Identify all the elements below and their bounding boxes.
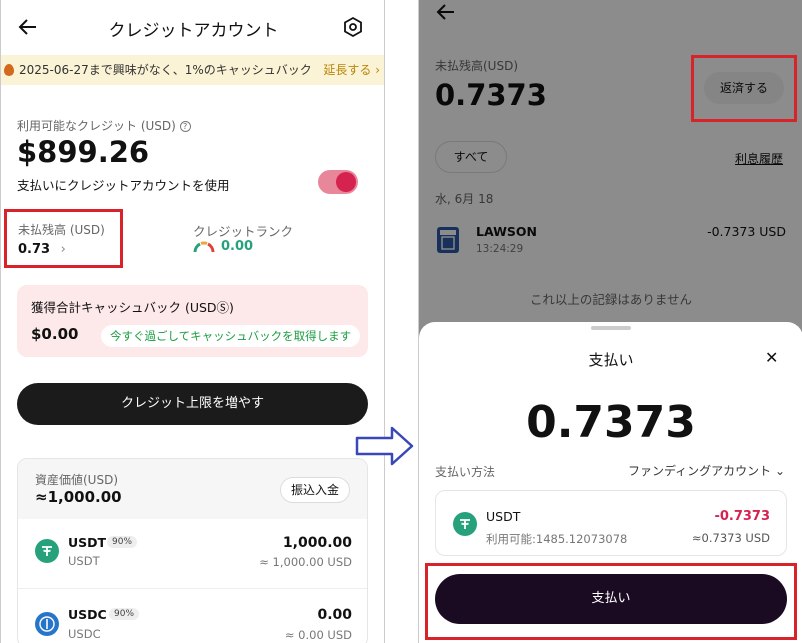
payment-sheet: 支払い ✕ 0.7373 支払い方法 ファンディングアカウント ⌄ USDT 利… [419,322,802,643]
page-title: クレジットアカウント [108,21,279,41]
repay-highlight [691,55,797,122]
asset-row[interactable]: USDT 90% USDT 1,000.00 ≈ 1,000.00 USD [18,519,367,589]
coin-available: 利用可能:1485.12073078 [486,532,628,546]
unpaid-balance-value: 0.73 [18,242,51,257]
unpaid-balance-label: 未払残高 (USD) [18,223,105,237]
usdt-icon [453,512,477,536]
coin-name: USDT [486,509,521,524]
sheet-handle[interactable] [591,326,631,330]
sheet-title: 支払い [588,351,634,369]
close-icon[interactable]: ✕ [765,348,778,367]
assets-header: 資産価値(USD) ≈1,000.00 振込入金 [18,459,367,519]
available-credit-label: 利用可能なクレジット (USD) ? [17,117,191,134]
use-credit-toggle[interactable] [318,170,358,194]
promo-text: 2025-06-27まで興味がなく、1%のキャッシュバック [19,63,312,77]
use-credit-label: 支払いにクレジットアカウントを使用 [17,178,230,193]
left-screen: クレジットアカウント 2025-06-27まで興味がなく、1%のキャッシュバック… [0,0,385,643]
chevron-right-icon: › [60,242,66,257]
extend-link[interactable]: 延長する › [323,55,380,85]
cashback-card: 獲得合計キャッシュバック (USDⓈ) $0.00 今すぐ過ごしてキャッシュバッ… [17,285,368,357]
unpaid-balance-highlight [4,209,123,268]
cashback-amount: $0.00 [31,325,79,343]
assets-label: 資産価値(USD) [35,473,119,487]
cashback-title: 獲得合計キャッシュバック (USDⓈ) [31,300,234,315]
asset-symbol: USDC [68,607,107,622]
asset-row[interactable]: USDC 90% USDC 0.00 ≈ 0.00 USD [18,590,367,643]
asset-amount: 0.00 [317,607,352,623]
asset-symbol: USDT [68,535,107,550]
asset-usd: ≈ 0.00 USD [284,628,352,642]
ltv-badge: 90% [109,608,140,620]
toggle-knob [336,172,356,192]
increase-limit-button[interactable]: クレジット上限を増やす [17,383,368,425]
asset-name: USDT [68,554,100,568]
coin-select-card[interactable]: USDT 利用可能:1485.12073078 -0.7373 ≈0.7373 … [435,490,787,556]
available-credit-amount: $899.26 [17,135,150,169]
payment-method-select[interactable]: ファンディングアカウント ⌄ [628,462,785,479]
pay-button-highlight [425,563,797,640]
payment-amount: 0.7373 [526,397,696,448]
asset-amount: 1,000.00 [282,535,352,551]
available-credit-label-text: 利用可能なクレジット (USD) [17,119,176,133]
flame-icon [4,64,14,76]
unpaid-balance-link[interactable]: 0.73 › [18,242,66,257]
coin-pay-amount: -0.7373 [714,509,770,524]
right-screen: 未払残高(USD) 0.7373 返済する すべて 利息履歴 水, 6月 18 … [418,0,802,643]
deposit-button[interactable]: 振込入金 [280,477,350,503]
transition-arrow-icon [354,425,416,471]
usdt-icon [35,539,59,563]
asset-name: USDC [68,627,101,641]
coin-pay-usd: ≈0.7373 USD [691,531,770,545]
credit-rank-value: 0.00 [221,239,254,254]
asset-usd: ≈ 1,000.00 USD [259,555,352,569]
settings-icon[interactable] [342,16,364,38]
payment-method-label: 支払い方法 [435,465,496,479]
info-icon[interactable]: ? [179,121,191,132]
cashback-cta[interactable]: 今すぐ過ごしてキャッシュバックを取得します [101,325,361,347]
promo-banner[interactable]: 2025-06-27まで興味がなく、1%のキャッシュバック 延長する › [1,55,384,85]
credit-rank-label: クレジットランク [193,224,294,239]
assets-total: ≈1,000.00 [35,488,122,506]
gauge-icon [193,239,215,253]
usdc-icon [35,612,59,636]
ltv-badge: 90% [107,536,138,548]
assets-card: 資産価値(USD) ≈1,000.00 振込入金 USDT 90% USDT 1… [17,458,368,643]
